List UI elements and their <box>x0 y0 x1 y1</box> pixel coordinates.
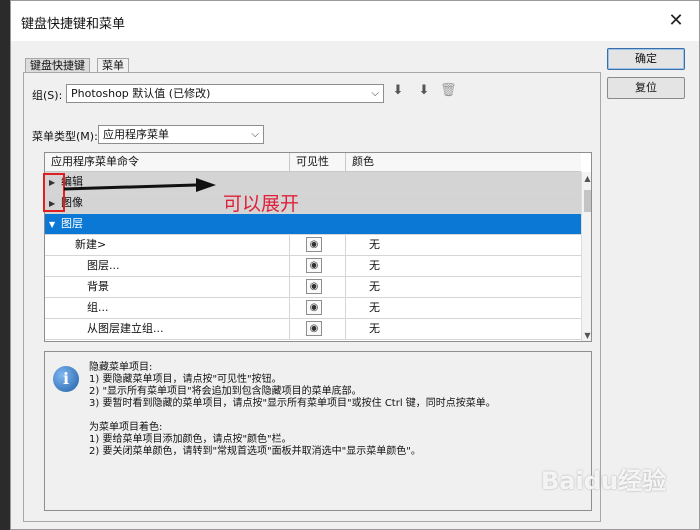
table-row[interactable]: 图层... ◉ 无 <box>45 256 581 277</box>
visibility-eye-icon[interactable]: ◉ <box>306 237 322 252</box>
title-bar: 键盘快捷键和菜单 ✕ <box>11 1 699 41</box>
visibility-eye-icon[interactable]: ◉ <box>306 321 322 336</box>
column-divider <box>345 277 346 298</box>
info-icon: i <box>53 366 79 392</box>
column-divider <box>345 256 346 277</box>
row-label: 从图层建立组... <box>87 322 164 335</box>
tab-keyboard-shortcuts[interactable]: 键盘快捷键 <box>25 58 90 73</box>
scroll-down-icon[interactable]: ▼ <box>582 331 591 340</box>
header-visibility: 可见性 <box>289 153 345 172</box>
table-row[interactable]: 背景 ◉ 无 <box>45 277 581 298</box>
info-line: 1) 要给菜单项目添加颜色，请点按"颜色"栏。 <box>89 434 292 445</box>
delete-icon[interactable]: 🗑 <box>440 83 457 99</box>
row-label: 图层... <box>87 259 120 272</box>
annotation-text: 可以展开 <box>223 193 300 215</box>
row-color[interactable]: 无 <box>369 235 380 256</box>
row-label: 背景 <box>87 280 109 293</box>
close-icon[interactable]: ✕ <box>665 10 687 32</box>
info-box: i 隐藏菜单项目: 1) 要隐藏菜单项目，请点按"可见性"按钮。 2) "显示所… <box>44 351 592 511</box>
column-divider <box>345 235 346 256</box>
set-select[interactable]: Photoshop 默认值 (已修改) ⌵ <box>66 84 384 103</box>
visibility-eye-icon[interactable]: ◉ <box>306 300 322 315</box>
menu-type-select-value: 应用程序菜单 <box>103 128 169 141</box>
table-scrollbar[interactable]: ▲ ▼ <box>581 172 591 341</box>
info-line: 隐藏菜单项目: <box>89 362 153 373</box>
info-line: 2) 要关闭菜单颜色，请转到"常规首选项"面板并取消选中"显示菜单颜色"。 <box>89 446 421 457</box>
column-divider <box>289 256 290 277</box>
header-color: 颜色 <box>345 153 581 172</box>
info-line <box>89 410 496 422</box>
baidu-watermark: Baidu经验 <box>541 467 666 495</box>
set-select-value: Photoshop 默认值 (已修改) <box>71 87 211 100</box>
window-title: 键盘快捷键和菜单 <box>21 17 126 32</box>
column-divider <box>289 319 290 340</box>
row-label: 图层 <box>61 217 83 230</box>
menu-type-select[interactable]: 应用程序菜单 ⌵ <box>98 125 264 144</box>
ok-button[interactable]: 确定 <box>607 48 685 70</box>
info-line: 为菜单项目着色: <box>89 422 163 433</box>
shortcuts-dialog: 键盘快捷键和菜单 ✕ 确定 复位 键盘快捷键 菜单 组(S): Photosho… <box>10 0 700 530</box>
chevron-down-icon: ⌵ <box>251 129 259 140</box>
set-label: 组(S): <box>32 89 63 102</box>
save-set-as-icon[interactable]: ⬇ <box>416 83 432 99</box>
table-row-selected[interactable]: ▼ 图层 <box>45 214 581 235</box>
column-divider <box>289 235 290 256</box>
info-line: 1) 要隐藏菜单项目，请点按"可见性"按钮。 <box>89 374 282 385</box>
info-text: 隐藏菜单项目: 1) 要隐藏菜单项目，请点按"可见性"按钮。 2) "显示所有菜… <box>89 362 496 458</box>
annotation-arrow <box>63 178 216 192</box>
table-header: 应用程序菜单命令 可见性 颜色 <box>45 153 581 172</box>
table-row[interactable]: 从图层建立组... ◉ 无 <box>45 319 581 340</box>
table-row[interactable]: 组... ◉ 无 <box>45 298 581 319</box>
save-set-icon[interactable]: ⬇ <box>390 83 406 99</box>
column-divider <box>345 319 346 340</box>
collapse-triangle-icon[interactable]: ▼ <box>49 214 55 235</box>
chevron-down-icon: ⌵ <box>371 88 379 99</box>
row-label: 新建> <box>75 238 107 251</box>
column-divider <box>345 298 346 319</box>
visibility-eye-icon[interactable]: ◉ <box>306 279 322 294</box>
scroll-up-icon[interactable]: ▲ <box>582 174 591 183</box>
scroll-thumb[interactable] <box>584 190 591 212</box>
row-color[interactable]: 无 <box>369 298 380 319</box>
row-color[interactable]: 无 <box>369 277 380 298</box>
header-command: 应用程序菜单命令 <box>51 155 139 168</box>
info-line: 3) 要暂时看到隐藏的菜单项目，请点按"显示所有菜单项目"或按住 Ctrl 键，… <box>89 398 496 409</box>
reset-button[interactable]: 复位 <box>607 77 685 99</box>
visibility-eye-icon[interactable]: ◉ <box>306 258 322 273</box>
row-color[interactable]: 无 <box>369 256 380 277</box>
table-row[interactable]: 新建> ◉ 无 <box>45 235 581 256</box>
menu-type-label: 菜单类型(M): <box>32 130 98 143</box>
info-line: 2) "显示所有菜单项目"将会追加到包含隐藏项目的菜单底部。 <box>89 386 362 397</box>
column-divider <box>289 298 290 319</box>
row-color[interactable]: 无 <box>369 319 380 340</box>
column-divider <box>289 277 290 298</box>
row-label: 组... <box>87 301 109 314</box>
menus-panel: 组(S): Photoshop 默认值 (已修改) ⌵ ⬇ ⬇ 🗑 菜单类型(M… <box>23 72 601 522</box>
